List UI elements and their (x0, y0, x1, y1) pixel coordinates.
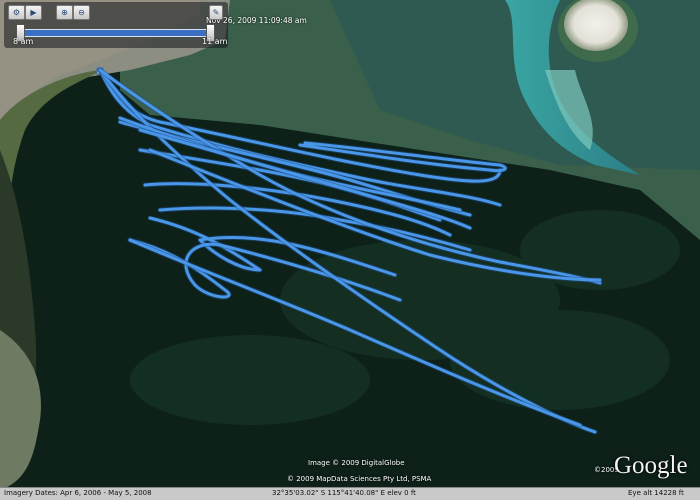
pointer-coordinates: 32°35'03.02" S 115°41'40.08" E elev 0 ft (272, 489, 416, 497)
settings-icon[interactable]: ⚙ (8, 5, 25, 20)
data-credit: © 2009 MapData Sciences Pty Ltd, PSMA (287, 475, 432, 483)
satellite-imagery[interactable] (0, 0, 700, 500)
imagery-credit: Image © 2009 DigitalGlobe (308, 459, 405, 467)
play-icon[interactable]: ▶ (25, 5, 42, 20)
status-bar: Imagery Dates: Apr 6, 2006 - May 5, 2008… (0, 487, 700, 500)
wrench-icon[interactable]: ✎ (209, 5, 223, 20)
slider-start-label: 8 am (13, 37, 34, 46)
zoom-in-icon[interactable]: ⊕ (56, 5, 73, 20)
time-slider-track[interactable] (22, 29, 212, 37)
time-slider-panel: ⚙ ▶ ⊕ ⊖ Nov 26, 2009 11:09:48 am 8 am 11… (4, 2, 307, 48)
google-logo: Google (614, 452, 688, 479)
imagery-dates: Imagery Dates: Apr 6, 2006 - May 5, 2008 (4, 489, 152, 497)
eye-altitude: Eye alt 14228 ft (628, 489, 684, 497)
zoom-out-icon[interactable]: ⊖ (73, 5, 90, 20)
map-viewport[interactable]: ⚙ ▶ ⊕ ⊖ Nov 26, 2009 11:09:48 am 8 am 11… (0, 0, 700, 500)
slider-end-label: 11 am (202, 37, 228, 46)
